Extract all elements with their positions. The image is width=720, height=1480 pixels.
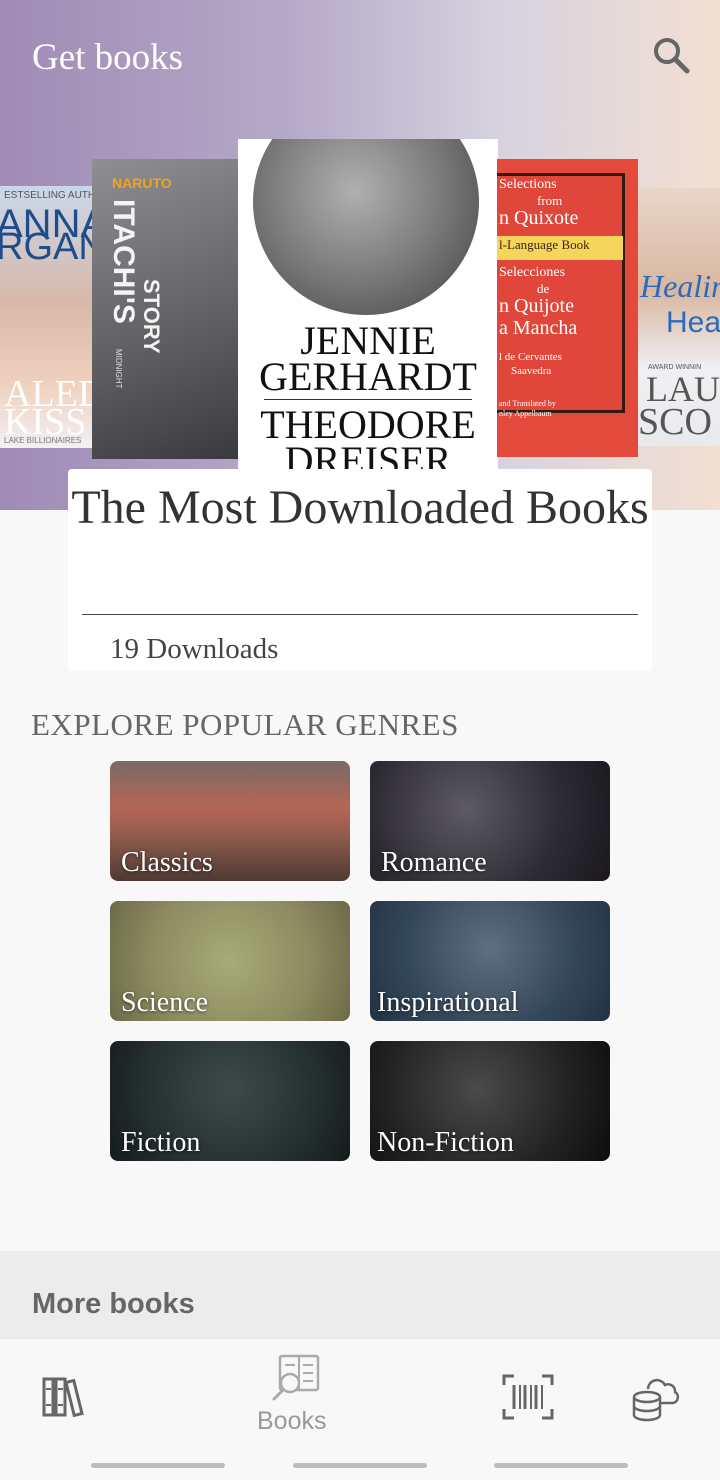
book-cover-4[interactable]: Selections from n Quixote l-Language Boo… (497, 159, 638, 457)
cover-4-line: Selecciones (499, 265, 566, 280)
featured-divider (82, 614, 638, 615)
genre-tile-romance[interactable]: Romance (370, 761, 610, 881)
cover-2-title: ITACHI'S (107, 199, 140, 324)
cover-4-line: l de Cervantes (499, 351, 562, 363)
cover-2-title: STORY (139, 279, 164, 354)
system-gesture-bar (494, 1463, 628, 1468)
cover-4-line: Selections (499, 177, 557, 192)
nav-item-library[interactable] (40, 1373, 88, 1421)
cover-rule (264, 399, 472, 400)
nav-item-scanner[interactable] (502, 1373, 554, 1421)
featured-downloads: 19 Downloads (110, 633, 279, 665)
cover-4-line: n Quijote (499, 295, 574, 317)
featured-card[interactable]: The Most Downloaded Books 19 Downloads (68, 469, 652, 671)
nav-item-books[interactable]: Books (250, 1353, 340, 1443)
genre-tile-science[interactable]: Science (110, 901, 350, 1021)
cover-2-badge: NARUTO (112, 175, 172, 191)
hero-banner: Get books ESTSELLING AUTHO ANNA RGAN ALE… (0, 0, 720, 510)
cover-main-author: DREISER (284, 438, 452, 469)
cover-4-line: n Quixote (499, 207, 579, 229)
cover-1-line: RGAN (0, 226, 96, 268)
cover-4-line: l-Language Book (499, 237, 590, 252)
cover-5-line: Healin (640, 268, 720, 304)
search-button[interactable] (650, 34, 694, 78)
cover-4-line: and Translated by (499, 399, 556, 408)
featured-title: The Most Downloaded Books (71, 481, 649, 534)
bottom-navigation: Books (0, 1338, 720, 1480)
genre-tile-fiction[interactable]: Fiction (110, 1041, 350, 1161)
cover-5-line: SCO (638, 401, 712, 443)
more-books-title: More books (32, 1288, 195, 1320)
genre-tile-classics[interactable]: Classics (110, 761, 350, 881)
genre-label: Classics (121, 847, 213, 878)
genre-label: Fiction (121, 1127, 201, 1158)
cover-4-line: nley Appelbaum (499, 409, 552, 418)
book-cover-1[interactable]: ESTSELLING AUTHO ANNA RGAN ALED KISS LAK… (0, 186, 96, 448)
book-cover-5[interactable]: Healin Hea AWARD WINNIN LAU SCO (638, 188, 720, 446)
genre-label: Non-Fiction (377, 1127, 514, 1158)
cloud-storage-icon (632, 1378, 680, 1422)
more-books-section: More books (0, 1251, 720, 1351)
genres-heading: EXPLORE POPULAR GENRES (31, 707, 459, 742)
barcode-scanner-icon (502, 1374, 554, 1420)
cover-4-line: Saavedra (511, 365, 552, 377)
system-gesture-bar (293, 1463, 427, 1468)
books-search-icon (272, 1354, 320, 1401)
book-cover-featured[interactable]: JENNIE GERHARDT THEODORE DREISER (238, 139, 498, 469)
genre-tile-inspirational[interactable]: Inspirational (370, 901, 610, 1021)
cover-2-subtitle: MIDNIGHT (114, 349, 123, 389)
genre-label: Romance (381, 847, 487, 878)
cover-portrait (253, 139, 479, 315)
cover-4-line: a Mancha (499, 317, 578, 339)
search-icon (654, 38, 690, 74)
nav-item-cloud[interactable] (630, 1371, 682, 1423)
cover-1-series: LAKE BILLIONAIRES (4, 436, 82, 445)
genre-tile-non-fiction[interactable]: Non-Fiction (370, 1041, 610, 1161)
genre-label: Inspirational (377, 987, 519, 1018)
app-title: Get books (32, 37, 184, 78)
cover-main-title: GERHARDT (259, 354, 477, 399)
library-icon (42, 1377, 84, 1418)
book-cover-2[interactable]: NARUTO ITACHI'S STORY MIDNIGHT (92, 159, 242, 459)
genre-label: Science (121, 987, 209, 1018)
cover-5-line: Hea (666, 306, 720, 339)
system-gesture-bar (91, 1463, 225, 1468)
cover-1-tagline: ESTSELLING AUTHO (4, 190, 96, 201)
nav-label-books: Books (257, 1407, 327, 1435)
